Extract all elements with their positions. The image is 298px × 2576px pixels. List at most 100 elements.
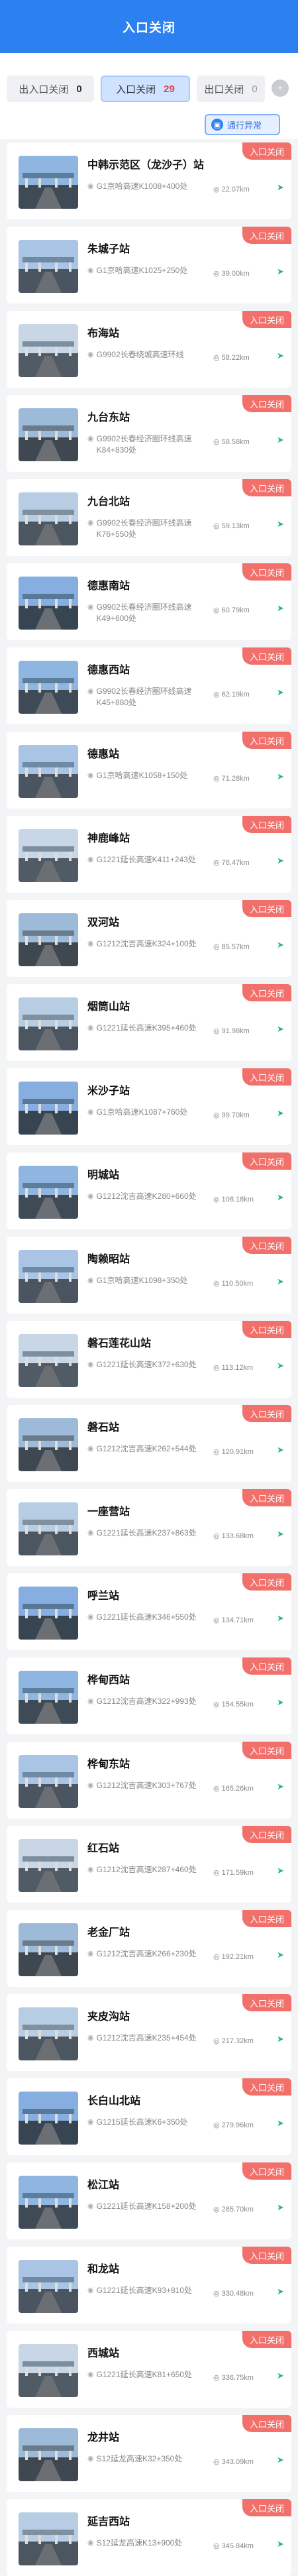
station-card[interactable]: 呼兰站 ◉ G1221延长高速K346+550处 ◎ 134.71km ➤ 入口关闭	[7, 1573, 291, 1650]
navigate-icon[interactable]: ➤	[277, 2455, 286, 2465]
pin-icon[interactable]: ⌖	[272, 80, 289, 97]
station-location-text: G9902长春绕城高速环线	[96, 350, 184, 359]
station-card[interactable]: 德惠南站 ◉ G9902长春经济圈环线高速K49+600处 ◎ 60.79km ➤ 入口关闭	[7, 563, 291, 640]
location-pin-icon: ◉	[87, 435, 94, 443]
station-card[interactable]: 龙井站 ◉ S12延龙高速K32+350处 ◎ 343.09km ➤ 入口关闭	[7, 2415, 291, 2492]
station-name: 双河站	[87, 917, 120, 928]
navigate-icon[interactable]: ➤	[277, 940, 286, 950]
station-location-text: G1212沈吉高速K287+460处	[96, 1865, 197, 1874]
station-card[interactable]: 磐石莲花山站 ◉ G1221延长高速K372+630处 ◎ 113.12km ➤ 入口关闭	[7, 1321, 291, 1398]
station-card[interactable]: 松江站 ◉ G1221延长高速K158+200处 ◎ 285.70km ➤ 入口关闭	[7, 2162, 291, 2239]
station-location-text: G1京哈高速K1008+400处	[96, 182, 188, 191]
navigate-icon[interactable]: ➤	[277, 1614, 286, 1623]
station-name: 和龙站	[87, 2264, 120, 2275]
station-card[interactable]: 磐石站 ◉ G1212沈吉高速K262+544处 ◎ 120.91km ➤ 入口关闭	[7, 1405, 291, 1482]
station-card[interactable]: 德惠西站 ◉ G9902长春经济圈环线高速K45+880处 ◎ 62.19km ➤ 入口关闭	[7, 647, 291, 724]
station-photo	[19, 1502, 78, 1555]
distance-icon: ◎	[213, 2206, 220, 2213]
navigate-icon[interactable]: ➤	[277, 1025, 286, 1034]
navigate-icon[interactable]: ➤	[277, 2287, 286, 2296]
traffic-abnormal-label: 通行异常	[227, 120, 262, 131]
station-location-text: G1221延长高速K81+650处	[96, 2370, 193, 2379]
station-distance-text: 165.26km	[221, 1784, 254, 1793]
navigate-icon[interactable]: ➤	[277, 1866, 286, 1876]
navigate-icon[interactable]: ➤	[277, 856, 286, 866]
navigate-icon[interactable]: ➤	[277, 2371, 286, 2380]
navigate-icon[interactable]: ➤	[277, 772, 286, 781]
station-distance: ◎ 62.19km	[213, 690, 250, 699]
navigate-icon[interactable]: ➤	[277, 2119, 286, 2128]
navigate-icon[interactable]: ➤	[277, 1109, 286, 1118]
station-card[interactable]: 老金厂站 ◉ G1212沈吉高速K266+230处 ◎ 192.21km ➤ 入口关闭	[7, 1910, 291, 1987]
navigate-icon[interactable]: ➤	[277, 2540, 286, 2549]
station-name: 长白山北站	[87, 2096, 141, 2107]
station-name: 九台东站	[87, 412, 130, 423]
station-distance: ◎ 133.68km	[213, 1532, 254, 1541]
station-name: 布海站	[87, 328, 120, 339]
station-card[interactable]: 德惠站 ◉ G1京哈高速K1058+150处 ◎ 71.28km ➤ 入口关闭	[7, 732, 291, 809]
navigate-icon[interactable]: ➤	[277, 351, 286, 361]
navigate-icon[interactable]: ➤	[277, 435, 286, 445]
station-card[interactable]: 双河站 ◉ G1212沈吉高速K324+100处 ◎ 85.57km ➤ 入口关闭	[7, 900, 291, 977]
station-name: 神鹿峰站	[87, 833, 130, 844]
navigate-icon[interactable]: ➤	[277, 1445, 286, 1455]
station-distance-text: 59.13km	[221, 522, 250, 530]
station-distance-text: 134.71km	[221, 1616, 254, 1624]
navigate-icon[interactable]: ➤	[277, 1361, 286, 1371]
station-photo	[19, 1923, 78, 1976]
station-card[interactable]: 九台北站 ◉ G9902长春经济圈环线高速K76+550处 ◎ 59.13km ➤ 入口关闭	[7, 479, 291, 556]
filter-entrance-exit-closed[interactable]: 出入口关闭 0	[7, 76, 94, 102]
filter-exit-closed[interactable]: 出口关闭 0	[197, 76, 265, 102]
station-card[interactable]: 和龙站 ◉ G1221延长高速K93+810处 ◎ 330.48km ➤ 入口关闭	[7, 2247, 291, 2324]
station-card[interactable]: 神鹿峰站 ◉ G1221延长高速K411+243处 ◎ 76.47km ➤ 入口关闭	[7, 816, 291, 893]
filter-bar: 出入口关闭 0 入口关闭 29 出口关闭 0 ⌖ ▣ 通行异常	[0, 53, 298, 139]
navigate-icon[interactable]: ➤	[277, 267, 286, 276]
location-pin-icon: ◉	[87, 1781, 94, 1789]
station-card[interactable]: 桦甸东站 ◉ G1212沈吉高速K303+767处 ◎ 165.26km ➤ 入口关闭	[7, 1742, 291, 1819]
navigate-icon[interactable]: ➤	[277, 1950, 286, 1960]
navigate-icon[interactable]: ➤	[277, 604, 286, 613]
navigate-icon[interactable]: ➤	[277, 2035, 286, 2044]
station-distance-text: 345.84km	[221, 2542, 254, 2550]
station-card[interactable]: 九台东站 ◉ G9902长春经济圈环线高速K84+830处 ◎ 58.58km ➤ 入口关闭	[7, 395, 291, 472]
station-location-text: G1212沈吉高速K303+767处	[96, 1781, 197, 1790]
station-photo	[19, 1418, 78, 1471]
station-photo	[19, 1166, 78, 1219]
station-location: ◉ S12延龙高速K13+900处	[87, 2538, 207, 2549]
navigate-icon[interactable]: ➤	[277, 183, 286, 192]
status-badge: 入口关闭	[242, 1321, 291, 1338]
station-location: ◉ G1215延长高速K6+350处	[87, 2117, 207, 2128]
station-card[interactable]: 朱城子站 ◉ G1京哈高速K1025+250处 ◎ 39.00km ➤ 入口关闭	[7, 227, 291, 304]
station-card[interactable]: 陶赖昭站 ◉ G1京哈高速K1098+350处 ◎ 110.50km ➤ 入口关闭	[7, 1237, 291, 1314]
station-card[interactable]: 烟筒山站 ◉ G1221延长高速K395+460处 ◎ 91.98km ➤ 入口关闭	[7, 984, 291, 1061]
distance-icon: ◎	[213, 1701, 220, 1708]
navigate-icon[interactable]: ➤	[277, 1277, 286, 1286]
navigate-icon[interactable]: ➤	[277, 1698, 286, 1707]
station-card[interactable]: 夹皮沟站 ◉ G1212沈吉高速K235+454处 ◎ 217.32km ➤ 入口关闭	[7, 1994, 291, 2071]
station-card[interactable]: 布海站 ◉ G9902长春绕城高速环线 ◎ 58.22km ➤ 入口关闭	[7, 311, 291, 388]
station-distance-text: 71.28km	[221, 774, 250, 783]
station-name: 一座营站	[87, 1506, 130, 1518]
station-card[interactable]: 桦甸西站 ◉ G1212沈吉高速K322+993处 ◎ 154.55km ➤ 入口关闭	[7, 1657, 291, 1734]
navigate-icon[interactable]: ➤	[277, 688, 286, 697]
station-distance: ◎ 59.13km	[213, 522, 250, 531]
station-card[interactable]: 一座营站 ◉ G1221延长高速K237+863处 ◎ 133.68km ➤ 入口关闭	[7, 1489, 291, 1566]
navigate-icon[interactable]: ➤	[277, 1530, 286, 1539]
filter-entry-closed[interactable]: 入口关闭 29	[101, 76, 190, 102]
station-card[interactable]: 中韩示范区（龙沙子）站 ◉ G1京哈高速K1008+400处 ◎ 22.07km ➤ 入口关…	[7, 142, 291, 219]
station-card[interactable]: 西城站 ◉ G1221延长高速K81+650处 ◎ 336.75km ➤ 入口关闭	[7, 2331, 291, 2408]
distance-icon: ◎	[213, 1869, 220, 1877]
status-badge: 入口关闭	[242, 1994, 291, 2011]
navigate-icon[interactable]: ➤	[277, 520, 286, 529]
station-location-text: G1212沈吉高速K324+100处	[96, 939, 197, 948]
station-location-text: G1221延长高速K411+243处	[96, 855, 196, 864]
station-card[interactable]: 米沙子站 ◉ G1京哈高速K1087+760处 ◎ 99.70km ➤ 入口关闭	[7, 1068, 291, 1145]
station-card[interactable]: 红石站 ◉ G1212沈吉高速K287+460处 ◎ 171.59km ➤ 入口关闭	[7, 1826, 291, 1903]
navigate-icon[interactable]: ➤	[277, 1193, 286, 1202]
station-card[interactable]: 明城站 ◉ G1212沈吉高速K280+660处 ◎ 108.18km ➤ 入口关闭	[7, 1152, 291, 1229]
station-location: ◉ G1京哈高速K1098+350处	[87, 1275, 207, 1286]
station-card[interactable]: 长白山北站 ◉ G1215延长高速K6+350处 ◎ 279.96km ➤ 入口关闭	[7, 2078, 291, 2155]
traffic-abnormal-button[interactable]: ▣ 通行异常	[205, 114, 280, 135]
navigate-icon[interactable]: ➤	[277, 2203, 286, 2212]
navigate-icon[interactable]: ➤	[277, 1782, 286, 1791]
